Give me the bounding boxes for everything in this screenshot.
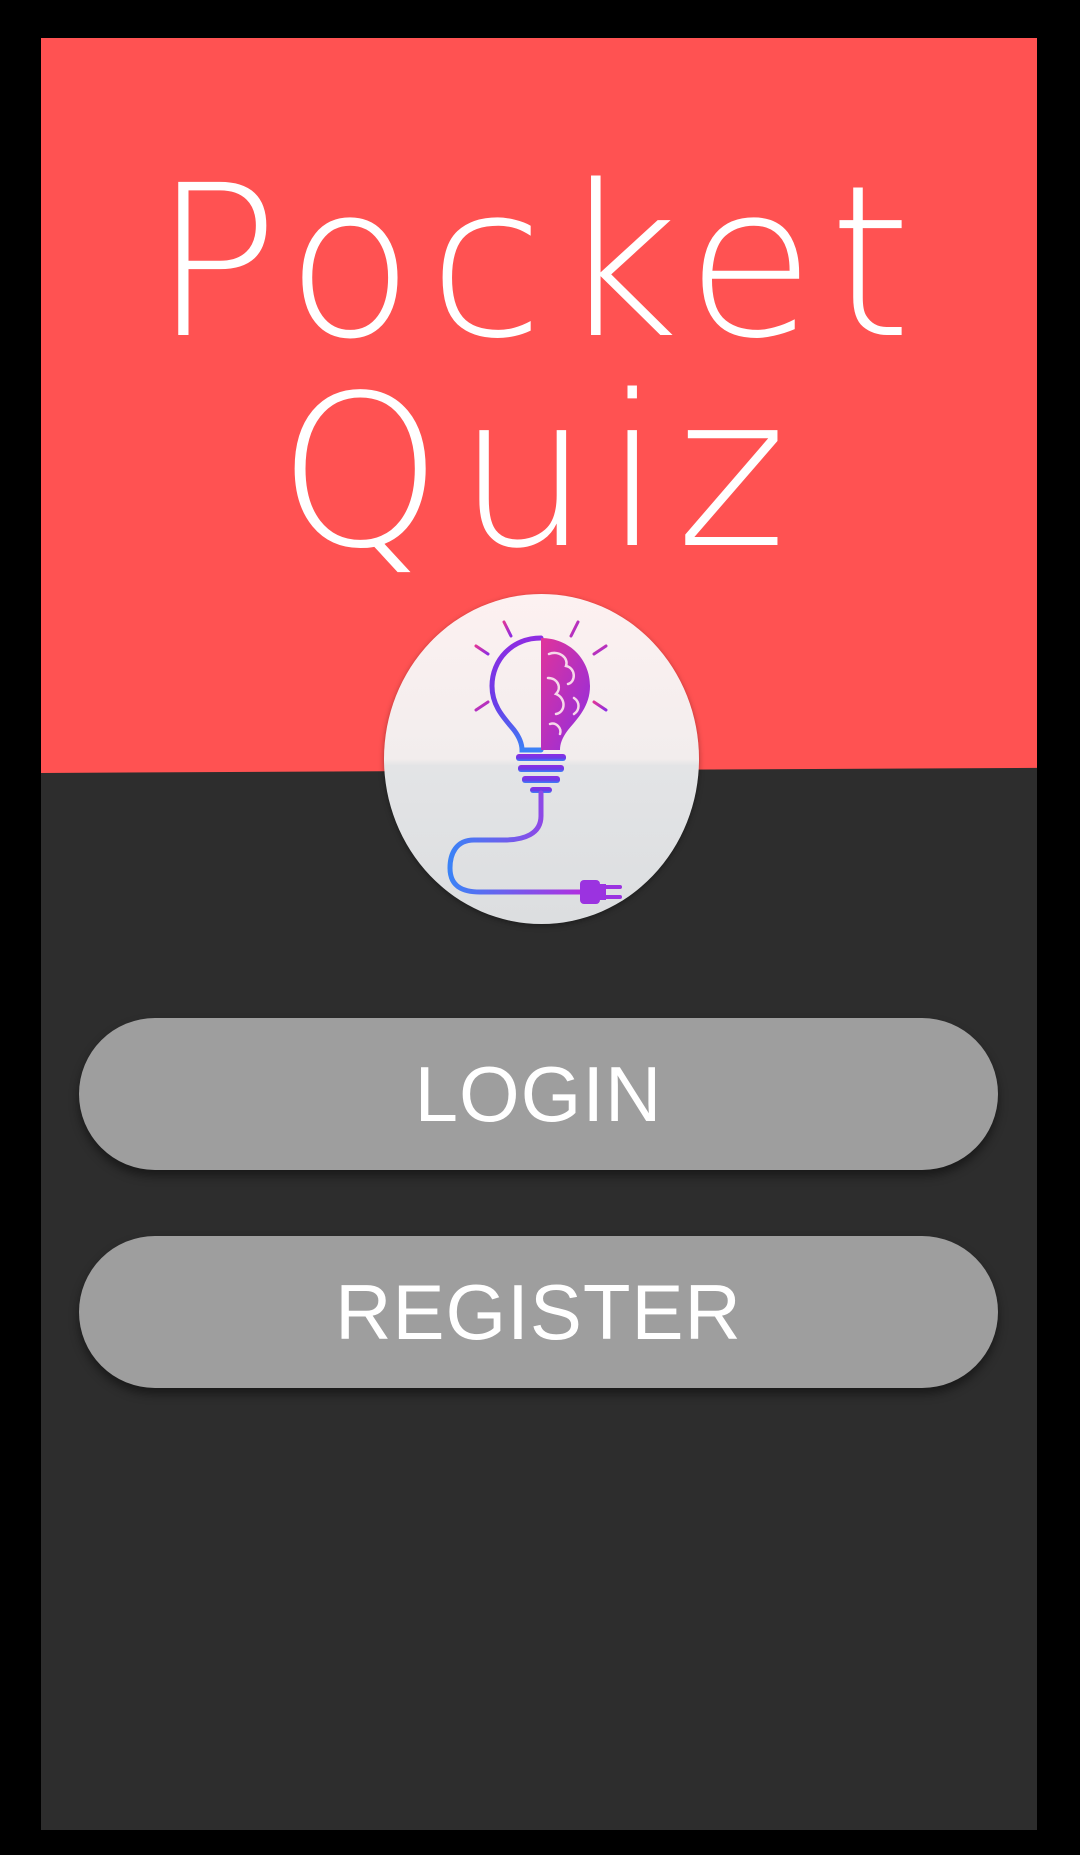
app-title-line2: Quiz xyxy=(277,350,801,595)
login-button[interactable]: LOGIN xyxy=(79,1018,998,1170)
lightbulb-brain-plug-icon xyxy=(447,612,622,904)
app-screen: Pocket Quiz LOGIN REGISTER xyxy=(41,38,1037,1830)
register-button[interactable]: REGISTER xyxy=(79,1236,998,1388)
app-logo xyxy=(384,594,699,924)
app-title-line1: Pocket xyxy=(152,140,926,385)
